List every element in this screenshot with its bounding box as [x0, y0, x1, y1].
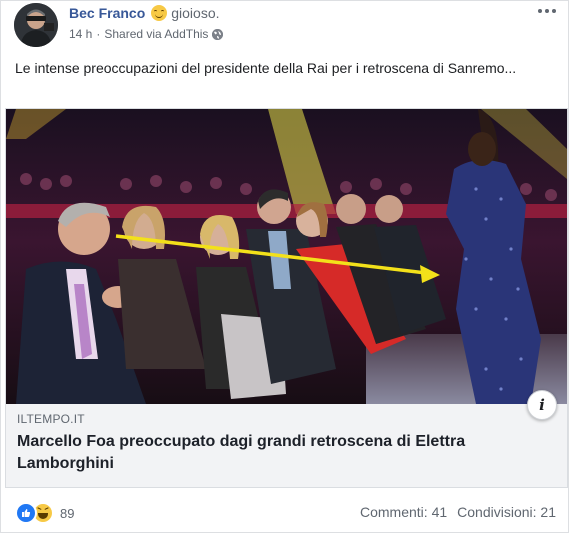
globe-icon[interactable] [212, 29, 224, 40]
like-icon [15, 502, 37, 524]
engagement-counts: Commenti: 41 Condivisioni: 21 [360, 504, 556, 520]
shares-count[interactable]: Condivisioni: 21 [457, 504, 556, 520]
smiling-face-icon [151, 5, 168, 21]
reactions-summary[interactable]: 89 [15, 502, 74, 524]
author-name[interactable]: Bec Franco [69, 5, 145, 21]
dot [538, 9, 542, 13]
post-footer: 89 Commenti: 41 Condivisioni: 21 [1, 489, 568, 531]
author-avatar[interactable] [14, 3, 58, 47]
link-domain: ILTEMPO.IT [17, 412, 85, 426]
shared-via-text: Shared via AddThis [104, 27, 209, 41]
comments-count[interactable]: Commenti: 41 [360, 504, 447, 520]
meta-separator: · [96, 27, 101, 41]
post-timestamp[interactable]: 14 h [69, 27, 92, 41]
post-options-button[interactable] [536, 3, 558, 19]
link-title[interactable]: Marcello Foa preoccupato dagi grandi ret… [17, 431, 537, 475]
post-meta: 14 h · Shared via AddThis [69, 27, 224, 41]
link-preview-image[interactable] [6, 109, 567, 404]
post-text: Le intense preoccupazioni del presidente… [15, 60, 517, 76]
post-card: Bec Franco gioioso. 14 h · Shared via AddTh… [0, 0, 569, 533]
dot [545, 9, 549, 13]
feeling-text: gioioso. [171, 5, 220, 21]
reaction-count: 89 [60, 505, 75, 521]
info-button[interactable]: i [527, 390, 557, 420]
author-line: Bec Franco gioioso. [69, 5, 220, 21]
link-preview[interactable]: i ILTEMPO.IT Marcello Foa preoccupato da… [5, 108, 568, 488]
dot [552, 9, 556, 13]
